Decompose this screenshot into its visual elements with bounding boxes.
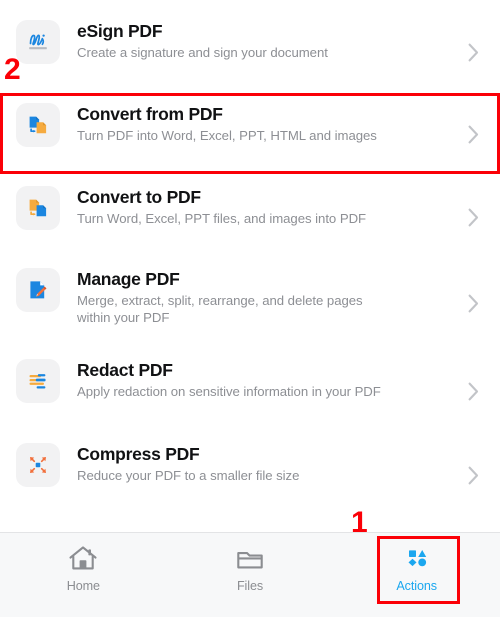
action-text-esign-pdf: eSign PDF Create a signature and sign yo… <box>77 20 456 61</box>
chevron-right-icon[interactable] <box>462 208 484 227</box>
tab-files[interactable]: Files <box>167 533 334 605</box>
action-subtitle: Turn Word, Excel, PPT files, and images … <box>77 211 367 226</box>
bottom-tab-bar: Home Files Actions <box>0 532 500 617</box>
action-text-manage-pdf: Manage PDF Merge, extract, split, rearra… <box>77 268 456 326</box>
compress-arrows-icon <box>16 443 60 487</box>
tab-label-actions: Actions <box>396 579 437 593</box>
action-subtitle: Merge, extract, split, rearrange, and de… <box>77 293 363 325</box>
action-row-convert-from-pdf[interactable]: Convert from PDF Turn PDF into Word, Exc… <box>0 84 500 165</box>
action-text-convert-to-pdf: Convert to PDF Turn Word, Excel, PPT fil… <box>77 186 456 227</box>
action-subtitle: Apply redaction on sensitive information… <box>77 384 381 399</box>
convert-from-pdf-icon <box>16 103 60 147</box>
chevron-right-icon[interactable] <box>462 43 484 62</box>
tab-label-home: Home <box>66 579 100 593</box>
action-subtitle: Create a signature and sign your documen… <box>77 45 328 60</box>
action-title: Convert to PDF <box>77 187 201 207</box>
action-row-esign-pdf[interactable]: eSign PDF Create a signature and sign yo… <box>0 0 500 84</box>
action-title: Compress PDF <box>77 444 200 464</box>
action-row-compress-pdf[interactable]: Compress PDF Reduce your PDF to a smalle… <box>0 423 500 507</box>
tab-home[interactable]: Home <box>0 533 167 605</box>
actions-list[interactable]: eSign PDF Create a signature and sign yo… <box>0 0 500 532</box>
chevron-right-icon[interactable] <box>462 382 484 401</box>
redaction-bars-icon <box>16 359 60 403</box>
action-title: eSign PDF <box>77 21 163 41</box>
action-title: Manage PDF <box>77 269 180 289</box>
signature-icon <box>16 20 60 64</box>
folder-icon <box>234 543 266 575</box>
app-screen: eSign PDF Create a signature and sign yo… <box>0 0 500 617</box>
action-text-convert-from-pdf: Convert from PDF Turn PDF into Word, Exc… <box>77 103 456 144</box>
action-text-compress-pdf: Compress PDF Reduce your PDF to a smalle… <box>77 443 456 484</box>
shapes-icon <box>401 543 433 575</box>
action-subtitle: Reduce your PDF to a smaller file size <box>77 468 300 483</box>
convert-to-pdf-icon <box>16 186 60 230</box>
chevron-right-icon[interactable] <box>462 294 484 313</box>
document-pencil-icon <box>16 268 60 312</box>
home-icon <box>67 543 99 575</box>
tab-actions[interactable]: Actions <box>333 533 500 605</box>
tab-label-files: Files <box>236 579 264 593</box>
chevron-right-icon[interactable] <box>462 466 484 485</box>
action-row-manage-pdf[interactable]: Manage PDF Merge, extract, split, rearra… <box>0 249 500 339</box>
action-row-convert-to-pdf[interactable]: Convert to PDF Turn Word, Excel, PPT fil… <box>0 165 500 249</box>
action-title: Redact PDF <box>77 360 173 380</box>
chevron-right-icon[interactable] <box>462 125 484 144</box>
action-text-redact-pdf: Redact PDF Apply redaction on sensitive … <box>77 359 456 400</box>
action-row-redact-pdf[interactable]: Redact PDF Apply redaction on sensitive … <box>0 339 500 423</box>
action-title: Convert from PDF <box>77 104 223 124</box>
action-subtitle: Turn PDF into Word, Excel, PPT, HTML and… <box>77 128 377 143</box>
